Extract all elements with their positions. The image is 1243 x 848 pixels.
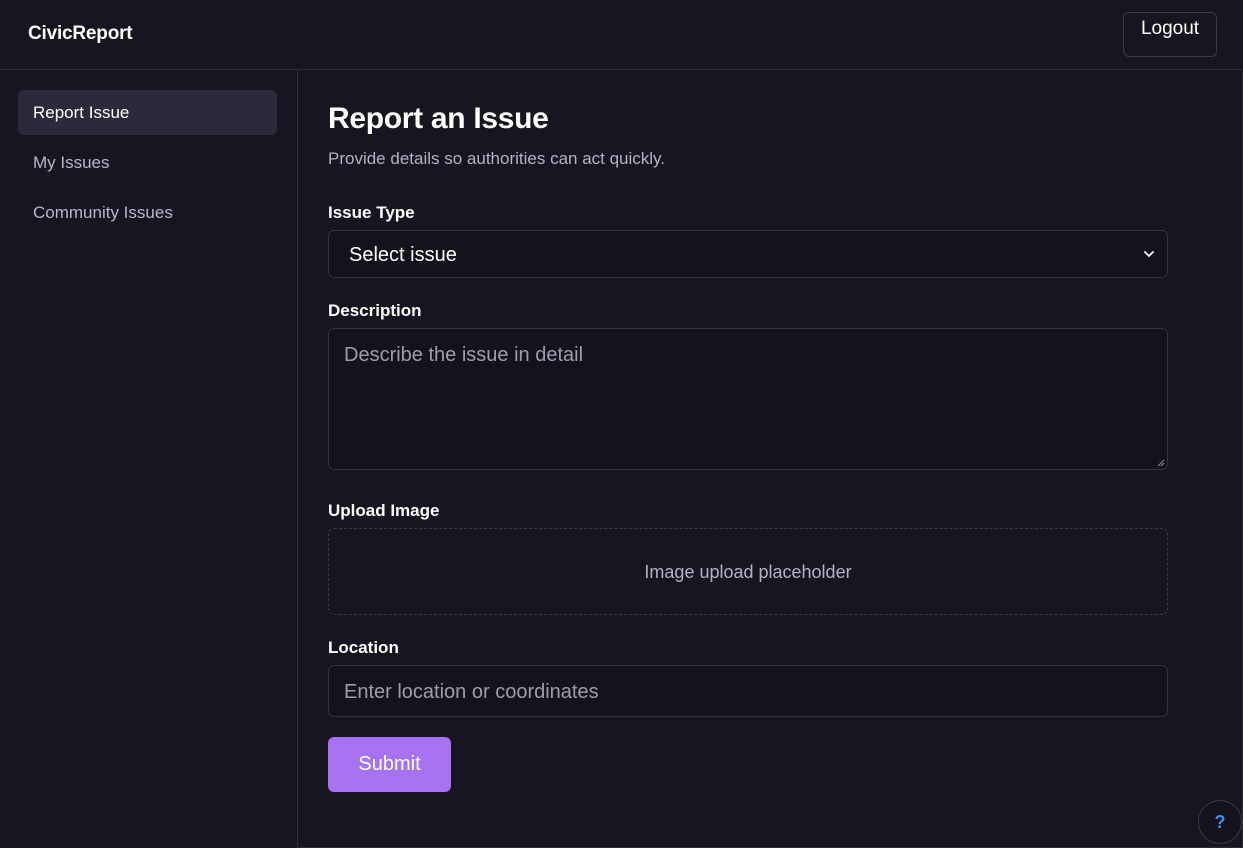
app-window: CivicReport Logout Report Issue My Issue…: [0, 0, 1243, 848]
description-textarea[interactable]: Describe the issue in detail: [328, 328, 1168, 470]
image-upload-dropzone[interactable]: Image upload placeholder: [328, 528, 1168, 615]
sidebar-item-report-issue[interactable]: Report Issue: [18, 90, 277, 135]
logout-button[interactable]: Logout: [1123, 12, 1217, 57]
description-label: Description: [328, 301, 422, 320]
issue-type-label: Issue Type: [328, 203, 415, 222]
main-content: Report an Issue Provide details so autho…: [298, 70, 1243, 848]
page-title: Report an Issue: [328, 102, 549, 135]
location-input[interactable]: Enter location or coordinates: [328, 665, 1168, 717]
help-icon: ?: [1214, 812, 1226, 832]
help-button[interactable]: ?: [1198, 800, 1242, 844]
brand-logo: CivicReport: [28, 23, 133, 44]
resize-grip-icon[interactable]: [1157, 459, 1165, 467]
issue-type-select[interactable]: Select issue: [328, 230, 1168, 278]
issue-type-value: Select issue: [349, 244, 457, 266]
location-placeholder: Enter location or coordinates: [344, 681, 599, 703]
sidebar: Report Issue My Issues Community Issues: [0, 70, 298, 848]
submit-button[interactable]: Submit: [328, 737, 451, 792]
top-bar: CivicReport Logout: [0, 0, 1243, 70]
upload-image-label: Upload Image: [328, 501, 440, 520]
sidebar-item-my-issues[interactable]: My Issues: [18, 140, 277, 185]
upload-placeholder-text: Image upload placeholder: [644, 562, 852, 582]
sidebar-item-community-issues[interactable]: Community Issues: [18, 190, 277, 235]
chevron-down-icon: [1144, 251, 1154, 257]
description-placeholder: Describe the issue in detail: [344, 344, 584, 366]
page-subtitle: Provide details so authorities can act q…: [328, 149, 666, 168]
location-label: Location: [328, 638, 399, 657]
